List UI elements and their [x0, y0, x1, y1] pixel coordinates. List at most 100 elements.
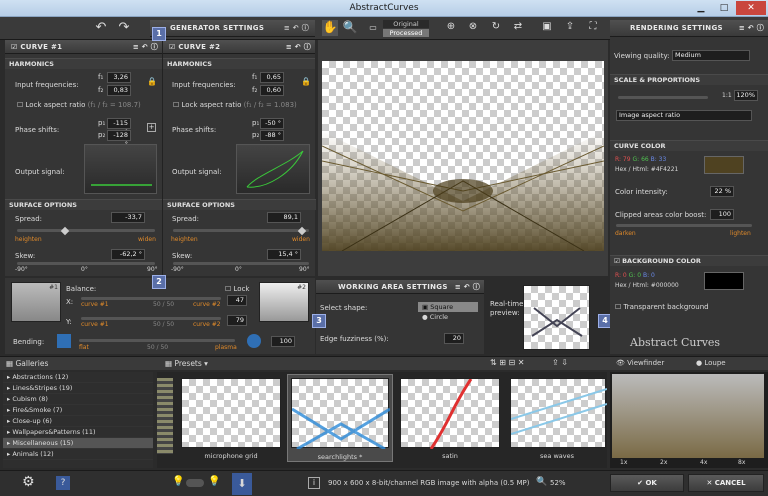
- minimize-button[interactable]: ▁: [690, 1, 712, 15]
- rotate-icon[interactable]: ↻: [489, 21, 503, 35]
- curve1-p2-field[interactable]: -128 °: [107, 130, 131, 148]
- curve-color-swatch[interactable]: [704, 156, 744, 174]
- transform-icon[interactable]: ⊗: [466, 21, 480, 35]
- x-label: X:: [66, 298, 74, 306]
- zoom-8x[interactable]: 8x: [738, 459, 745, 466]
- curve2-spread-field[interactable]: 89,1: [267, 212, 301, 223]
- zoom-field[interactable]: 120%: [734, 90, 758, 101]
- gallery-item-label: Cubism (8): [12, 395, 48, 403]
- curve2-menu-icon[interactable]: ≡ ↶ ⓘ: [286, 40, 315, 54]
- gallery-item[interactable]: ▸ Abstractions (12): [3, 372, 153, 383]
- lock-checkbox[interactable]: ☐ Lock: [225, 285, 249, 293]
- balance-x-field[interactable]: 47: [227, 295, 247, 306]
- bending-field[interactable]: 100: [271, 336, 295, 347]
- transparent-checkbox[interactable]: ☐ Transparent background: [615, 303, 709, 311]
- zoom-1x[interactable]: 1x: [620, 459, 627, 466]
- hand-tool-icon[interactable]: ✋: [322, 20, 338, 36]
- close-button[interactable]: ✕: [736, 1, 766, 15]
- ok-button[interactable]: ✔ OK: [610, 474, 684, 492]
- lock-icon[interactable]: 🔒: [147, 77, 157, 86]
- curve2-f1-field[interactable]: 0,65: [260, 72, 284, 83]
- fullscreen-icon[interactable]: ⛶: [586, 21, 600, 35]
- settings-gear-icon[interactable]: ⚙: [22, 474, 35, 490]
- color-intensity-field[interactable]: 22 %: [710, 186, 734, 197]
- gallery-item[interactable]: ▸ Fire&Smoke (7): [3, 405, 153, 416]
- shape-circle-option[interactable]: ● Circle: [418, 312, 478, 322]
- zoom-tool-icon[interactable]: 🔍: [342, 20, 358, 36]
- canvas-area[interactable]: [318, 40, 608, 276]
- rendering-menu-icon[interactable]: ≡ ↶ ⓘ: [739, 20, 768, 37]
- viewing-quality-select[interactable]: Medium: [672, 50, 750, 61]
- help-icon[interactable]: ?: [56, 476, 70, 490]
- gallery-item[interactable]: ▸ Close-up (6): [3, 416, 153, 427]
- curve1-f1-field[interactable]: 3,26: [107, 72, 131, 83]
- bg-color-label: ☑ BACKGROUND COLOR: [610, 255, 768, 266]
- clipped-slider[interactable]: [616, 224, 752, 227]
- curve1-skew-field[interactable]: -62,2 °: [111, 249, 145, 260]
- curve2-skew-slider[interactable]: [173, 262, 309, 265]
- curve1-skew-slider[interactable]: [17, 262, 155, 265]
- loupe-tab[interactable]: ● Loupe: [696, 359, 726, 367]
- curve1-spread-field[interactable]: -33,7: [111, 212, 145, 223]
- add-phase-icon[interactable]: +: [147, 123, 156, 132]
- preset-item[interactable]: sea waves: [507, 374, 608, 462]
- viewfinder-image[interactable]: [612, 374, 764, 458]
- bg-color-swatch[interactable]: [704, 272, 744, 290]
- lightbulb-on-icon[interactable]: 💡: [208, 476, 220, 487]
- balance-y-slider[interactable]: [81, 317, 221, 320]
- bending-label: Bending:: [13, 338, 45, 346]
- import-export-icon[interactable]: ⇪ ⇩: [552, 358, 568, 367]
- preset-item[interactable]: satin: [397, 374, 503, 462]
- scale-slider[interactable]: [618, 96, 708, 99]
- lock-icon-2[interactable]: 🔒: [301, 77, 311, 86]
- curve2-p1-field[interactable]: -50 °: [260, 118, 284, 129]
- viewfinder-tab[interactable]: 👁 Viewfinder: [616, 359, 664, 367]
- aspect-ratio-select[interactable]: Image aspect ratio: [616, 110, 752, 121]
- gallery-item[interactable]: ▸ Wallpapers&Patterns (11): [3, 427, 153, 438]
- maximize-button[interactable]: □: [713, 1, 735, 15]
- working-menu-icon[interactable]: ≡ ↶ ⓘ: [455, 280, 484, 294]
- balance-y-field[interactable]: 79: [227, 315, 247, 326]
- curve1-f2-field[interactable]: 0,83: [107, 85, 131, 96]
- redo-icon[interactable]: ↷: [115, 20, 133, 36]
- x-mid-label: 50 / 50: [153, 301, 175, 308]
- processed-toggle[interactable]: Processed: [383, 29, 429, 37]
- lock-aspect-checkbox[interactable]: ☐ Lock aspect ratio (f₁ / f₂ = 108.7): [17, 101, 141, 109]
- shape-square-option[interactable]: ▣ Square: [418, 302, 478, 312]
- gallery-item[interactable]: ▸ Lines&Stripes (19): [3, 383, 153, 394]
- fit-icon[interactable]: ▣: [540, 21, 554, 35]
- flip-icon[interactable]: ⇄: [511, 21, 525, 35]
- panel-menu-icon[interactable]: ≡ ↶ ⓘ: [284, 20, 309, 37]
- balance-x-slider[interactable]: [81, 297, 221, 300]
- preset-item[interactable]: microphone grid: [177, 374, 285, 462]
- curve1-menu-icon[interactable]: ≡ ↶ ⓘ: [133, 40, 162, 54]
- curve1-p1-field[interactable]: -115 °: [107, 118, 131, 136]
- curve2-skew-field[interactable]: 15,4 °: [267, 249, 301, 260]
- original-toggle[interactable]: Original: [383, 20, 429, 28]
- cancel-button[interactable]: ✕ CANCEL: [688, 474, 764, 492]
- clipped-field[interactable]: 100: [710, 209, 734, 220]
- lightbulb-icon[interactable]: 💡: [172, 476, 184, 487]
- preset-actions-icon[interactable]: ⇅ ⊞ ⊟ ✕: [490, 358, 524, 367]
- gallery-item[interactable]: ▸ Cubism (8): [3, 394, 153, 405]
- lock-aspect-checkbox-2[interactable]: ☐ Lock aspect ratio (f₁ / f₂ = 1.083): [173, 101, 297, 109]
- export-icon[interactable]: ⇪: [563, 21, 577, 35]
- light-toggle[interactable]: [186, 479, 204, 487]
- preset-partial-thumb[interactable]: [157, 378, 173, 454]
- gallery-item-selected[interactable]: ▸ Miscellaneous (15): [3, 438, 153, 449]
- zoom-2x[interactable]: 2x: [660, 459, 667, 466]
- add-node-icon[interactable]: ⊕: [444, 21, 458, 35]
- edge-fuzziness-field[interactable]: 20: [444, 333, 464, 344]
- curve2-p2-field[interactable]: -88 °: [260, 130, 284, 141]
- curve2-f2-field[interactable]: 0,60: [260, 85, 284, 96]
- compare-icon[interactable]: ▭: [366, 23, 380, 33]
- darken-label: darken: [615, 230, 636, 237]
- preset-item-selected[interactable]: searchlights *: [287, 374, 393, 462]
- zoom-4x[interactable]: 4x: [700, 459, 707, 466]
- undo-icon[interactable]: ↶: [92, 20, 110, 36]
- curve1-spread-slider[interactable]: [17, 229, 155, 232]
- download-icon[interactable]: ⬇: [232, 473, 252, 495]
- gallery-item[interactable]: ▸ Animals (12): [3, 449, 153, 460]
- bending-slider[interactable]: [79, 339, 235, 342]
- curve2-spread-slider[interactable]: [173, 229, 309, 232]
